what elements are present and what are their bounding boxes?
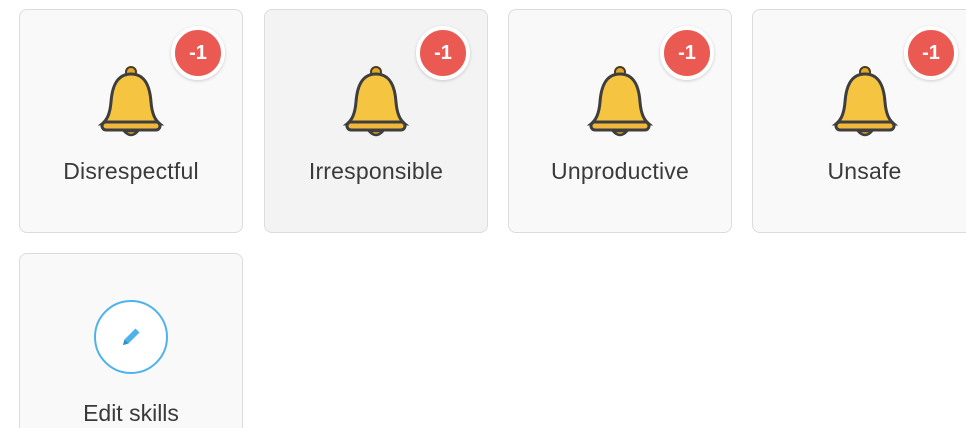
skill-card-unsafe[interactable]: Unsafe -1	[752, 9, 966, 233]
skills-grid: Disrespectful -1 Irresponsible -1 Unprod…	[0, 0, 966, 428]
bell-icon	[586, 66, 654, 137]
bell-icon	[831, 66, 899, 137]
skill-card-irresponsible[interactable]: Irresponsible -1	[264, 9, 488, 233]
points-badge: -1	[904, 26, 958, 80]
edit-skills-label: Edit skills	[83, 400, 179, 426]
skill-label: Unproductive	[551, 158, 689, 184]
skill-label: Unsafe	[827, 158, 902, 184]
points-badge: -1	[171, 26, 225, 80]
points-badge: -1	[416, 26, 470, 80]
points-badge: -1	[660, 26, 714, 80]
skill-label: Disrespectful	[63, 158, 199, 184]
skill-label: Irresponsible	[308, 158, 444, 184]
skill-card-disrespectful[interactable]: Disrespectful -1	[19, 9, 243, 233]
edit-skills-card[interactable]: Edit skills	[19, 253, 243, 428]
bell-icon	[342, 66, 410, 137]
pencil-icon	[123, 328, 140, 345]
edit-icon-circle	[94, 300, 168, 374]
bell-icon	[97, 66, 165, 137]
skill-card-unproductive[interactable]: Unproductive -1	[508, 9, 732, 233]
